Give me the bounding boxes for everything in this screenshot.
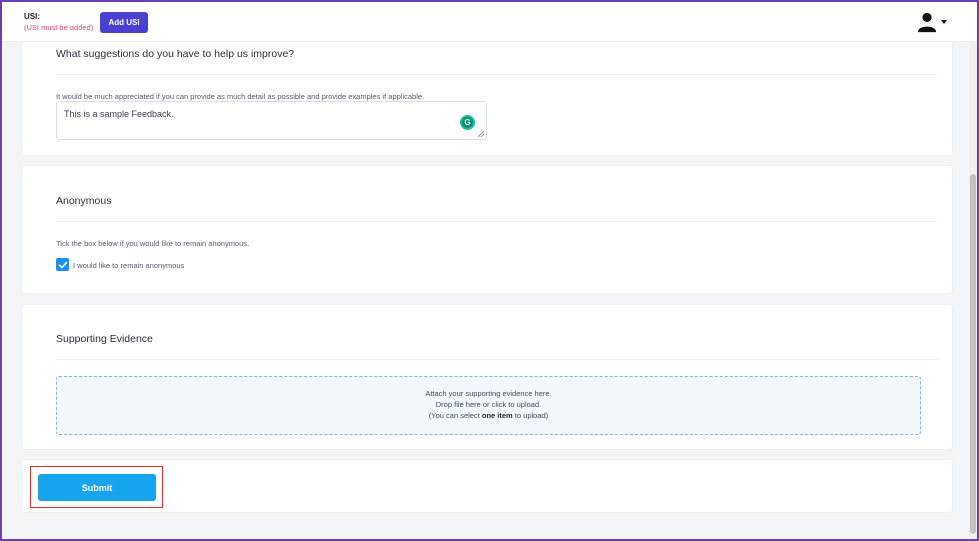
feedback-text: This is a sample Feedback. [64, 109, 174, 119]
dropzone-line-2: Drop file here or click to upload. [435, 400, 542, 409]
divider [56, 74, 938, 75]
user-menu[interactable] [916, 10, 950, 34]
add-usi-button[interactable]: Add USI [100, 12, 148, 33]
dropzone-line-3: (You can select one item to upload) [428, 411, 549, 420]
top-bar: USI: (USI must be added) Add USI [2, 2, 977, 42]
usi-label: USI: [24, 12, 40, 21]
feedback-title: What suggestions do you have to help us … [56, 48, 295, 60]
usi-warning: (USI must be added) [24, 23, 94, 32]
divider [56, 221, 938, 222]
evidence-card: Supporting Evidence Attach your supporti… [21, 304, 953, 450]
app-frame: USI: (USI must be added) Add USI What su… [0, 0, 979, 541]
user-icon [917, 12, 937, 33]
divider [56, 359, 938, 360]
page-scrollbar[interactable] [969, 42, 977, 539]
grammarly-icon[interactable]: G [460, 115, 475, 130]
file-dropzone[interactable]: Attach your supporting evidence here. Dr… [56, 376, 921, 435]
anonymous-checkbox-label[interactable]: I would like to remain anonymous [73, 261, 184, 270]
anonymous-title: Anonymous [56, 195, 112, 207]
anonymous-hint: Tick the box below if you would like to … [56, 239, 250, 248]
evidence-title: Supporting Evidence [56, 333, 153, 345]
feedback-hint: It would be much appreciated if you can … [56, 92, 425, 101]
feedback-card: What suggestions do you have to help us … [21, 40, 953, 156]
resize-handle[interactable] [478, 131, 484, 137]
submit-button[interactable]: Submit [38, 474, 156, 501]
anonymous-checkbox[interactable] [56, 258, 69, 271]
dropzone-line-1: Attach your supporting evidence here. [425, 389, 552, 398]
caret-down-icon [941, 20, 947, 24]
anonymous-card: Anonymous Tick the box below if you woul… [21, 165, 953, 294]
scrollbar-thumb[interactable] [970, 174, 976, 534]
feedback-textarea[interactable]: This is a sample Feedback. G [56, 101, 487, 140]
checkmark-icon [58, 261, 67, 268]
